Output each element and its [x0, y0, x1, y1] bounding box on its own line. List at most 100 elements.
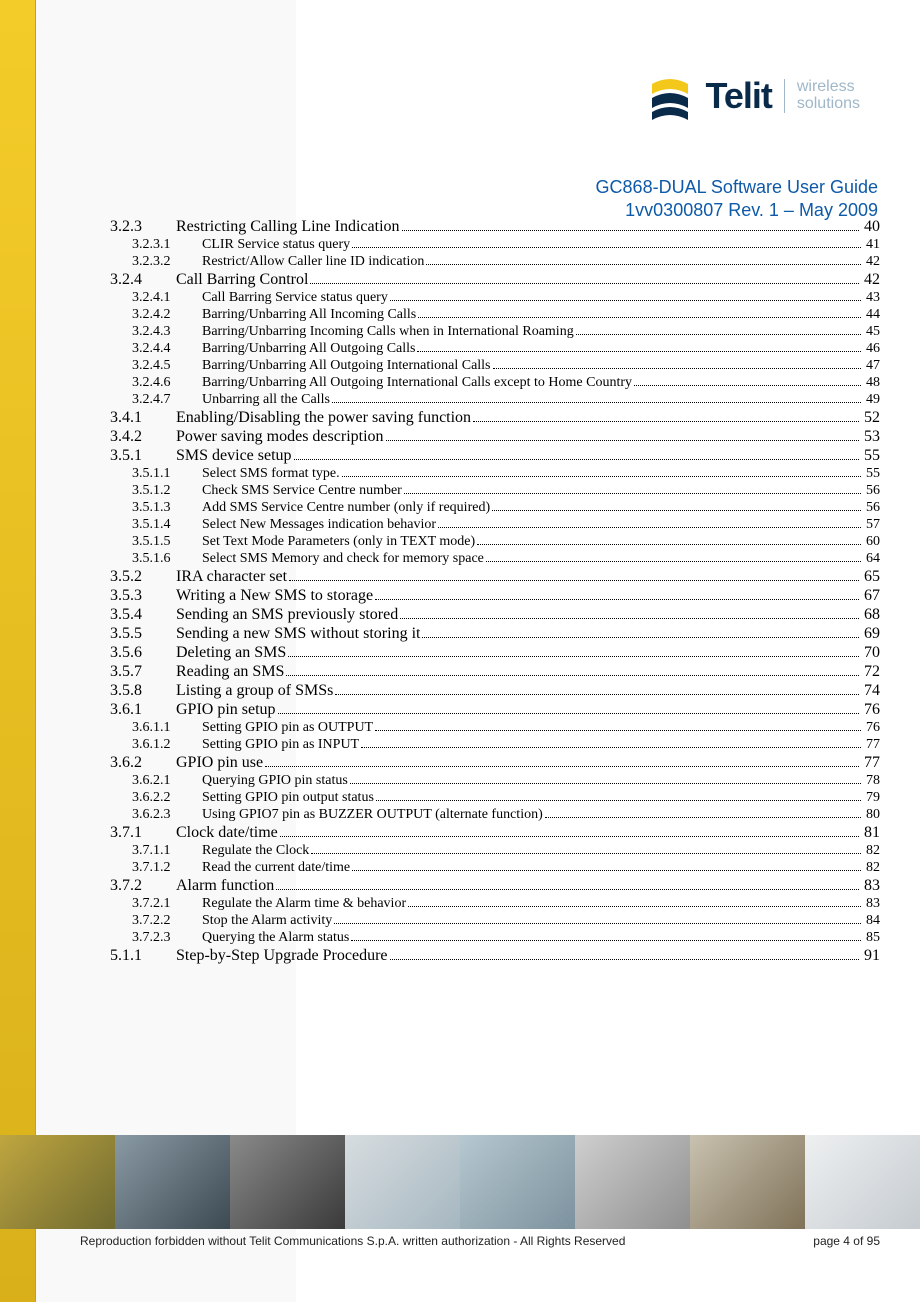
toc-entry[interactable]: 3.5.5Sending a new SMS without storing i…: [110, 625, 880, 643]
toc-number: 3.5.1.3: [132, 500, 202, 516]
toc-number: 3.7.2: [110, 877, 176, 895]
toc-entry[interactable]: 3.2.3Restricting Calling Line Indication…: [110, 218, 880, 236]
toc-number: 3.2.4.1: [132, 290, 202, 306]
toc-leader: [422, 637, 859, 638]
toc-page: 56: [864, 500, 880, 516]
toc-page: 52: [862, 409, 880, 427]
toc-number: 3.2.4.2: [132, 307, 202, 323]
toc-entry[interactable]: 3.5.1.3Add SMS Service Centre number (on…: [110, 500, 880, 516]
toc-entry[interactable]: 3.2.4.7Unbarring all the Calls 49: [110, 392, 880, 408]
toc-leader: [351, 940, 861, 941]
toc-entry[interactable]: 3.4.1Enabling/Disabling the power saving…: [110, 409, 880, 427]
toc-entry[interactable]: 3.5.1.1Select SMS format type. 55: [110, 466, 880, 482]
toc-page: 53: [862, 428, 880, 446]
toc-entry[interactable]: 3.7.2.3Querying the Alarm status 85: [110, 930, 880, 946]
toc-entry[interactable]: 3.4.2Power saving modes description 53: [110, 428, 880, 446]
toc-page: 40: [862, 218, 880, 236]
toc-page: 41: [864, 237, 880, 253]
toc-entry[interactable]: 3.5.4Sending an SMS previously stored 68: [110, 606, 880, 624]
toc-leader: [473, 421, 859, 422]
toc-entry[interactable]: 3.5.1SMS device setup 55: [110, 447, 880, 465]
toc-leader: [350, 783, 861, 784]
toc-number: 3.6.2.1: [132, 773, 202, 789]
toc-entry[interactable]: 3.2.4.1Call Barring Service status query…: [110, 290, 880, 306]
toc-leader: [402, 230, 859, 231]
toc-entry[interactable]: 3.7.1Clock date/time 81: [110, 824, 880, 842]
toc-entry[interactable]: 3.7.1.1Regulate the Clock 82: [110, 843, 880, 859]
toc-entry[interactable]: 3.5.7Reading an SMS 72: [110, 663, 880, 681]
toc-entry[interactable]: 3.5.6Deleting an SMS 70: [110, 644, 880, 662]
brand-tagline-1: wireless: [797, 79, 860, 96]
toc-entry[interactable]: 3.2.4.6Barring/Unbarring All Outgoing In…: [110, 375, 880, 391]
toc-page: 60: [864, 534, 880, 550]
toc-entry[interactable]: 3.6.2.1Querying GPIO pin status 78: [110, 773, 880, 789]
toc-leader: [278, 713, 859, 714]
toc-entry[interactable]: 3.2.4Call Barring Control 42: [110, 271, 880, 289]
toc-entry[interactable]: 3.2.4.4Barring/Unbarring All Outgoing Ca…: [110, 341, 880, 357]
toc-title: Regulate the Clock: [202, 843, 309, 859]
toc-entry[interactable]: 3.5.3Writing a New SMS to storage 67: [110, 587, 880, 605]
toc-page: 82: [864, 860, 880, 876]
toc-entry[interactable]: 3.5.1.2Check SMS Service Centre number 5…: [110, 483, 880, 499]
toc-entry[interactable]: 3.6.1.1Setting GPIO pin as OUTPUT 76: [110, 720, 880, 736]
toc-entry[interactable]: 3.5.1.5Set Text Mode Parameters (only in…: [110, 534, 880, 550]
toc-number: 3.2.3.1: [132, 237, 202, 253]
toc-leader: [375, 599, 859, 600]
toc-entry[interactable]: 3.5.8Listing a group of SMSs 74: [110, 682, 880, 700]
toc-number: 3.2.4.6: [132, 375, 202, 391]
toc-page: 80: [864, 807, 880, 823]
toc-page: 47: [864, 358, 880, 374]
toc-leader: [390, 959, 860, 960]
toc-entry[interactable]: 3.6.1.2Setting GPIO pin as INPUT 77: [110, 737, 880, 753]
toc-entry[interactable]: 3.6.2.3Using GPIO7 pin as BUZZER OUTPUT …: [110, 807, 880, 823]
toc-page: 74: [862, 682, 880, 700]
brand-tagline-2: solutions: [797, 96, 860, 113]
toc-entry[interactable]: 3.7.2.1Regulate the Alarm time & behavio…: [110, 896, 880, 912]
toc-number: 3.5.4: [110, 606, 176, 624]
toc-title: Add SMS Service Centre number (only if r…: [202, 500, 490, 516]
toc-leader: [492, 510, 861, 511]
toc-leader: [426, 264, 861, 265]
toc-title: Barring/Unbarring All Outgoing Calls: [202, 341, 415, 357]
toc-entry[interactable]: 3.2.4.3Barring/Unbarring Incoming Calls …: [110, 324, 880, 340]
toc-entry[interactable]: 3.5.1.6Select SMS Memory and check for m…: [110, 551, 880, 567]
toc-number: 3.6.2.3: [132, 807, 202, 823]
toc-entry[interactable]: 5.1.1Step-by-Step Upgrade Procedure 91: [110, 947, 880, 965]
toc-entry[interactable]: 3.2.3.1CLIR Service status query 41: [110, 237, 880, 253]
toc-page: 79: [864, 790, 880, 806]
toc-number: 3.6.2: [110, 754, 176, 772]
toc-leader: [375, 730, 861, 731]
footer-image-band: [0, 1135, 920, 1229]
toc-leader: [265, 766, 859, 767]
toc-number: 3.4.2: [110, 428, 176, 446]
toc-number: 3.5.1.2: [132, 483, 202, 499]
toc-number: 3.2.3: [110, 218, 176, 236]
toc-number: 3.7.2.2: [132, 913, 202, 929]
toc-entry[interactable]: 3.6.2GPIO pin use 77: [110, 754, 880, 772]
toc-entry[interactable]: 3.2.4.5Barring/Unbarring All Outgoing In…: [110, 358, 880, 374]
toc-entry[interactable]: 3.7.2.2Stop the Alarm activity 84: [110, 913, 880, 929]
toc-entry[interactable]: 3.7.2Alarm function 83: [110, 877, 880, 895]
toc-number: 3.6.2.2: [132, 790, 202, 806]
toc-number: 3.7.1: [110, 824, 176, 842]
toc-entry[interactable]: 3.5.2IRA character set 65: [110, 568, 880, 586]
toc-number: 3.6.1.2: [132, 737, 202, 753]
brand-name: Telit: [706, 75, 772, 117]
toc-entry[interactable]: 3.2.3.2Restrict/Allow Caller line ID ind…: [110, 254, 880, 270]
toc-leader: [404, 493, 861, 494]
toc-page: 76: [864, 720, 880, 736]
toc-page: 82: [864, 843, 880, 859]
brand-logo: Telit wireless solutions: [646, 70, 861, 122]
toc-title: Clock date/time: [176, 824, 278, 842]
toc-entry[interactable]: 3.5.1.4Select New Messages indication be…: [110, 517, 880, 533]
toc-entry[interactable]: 3.6.1GPIO pin setup 76: [110, 701, 880, 719]
toc-entry[interactable]: 3.7.1.2Read the current date/time 82: [110, 860, 880, 876]
toc-title: Sending an SMS previously stored: [176, 606, 398, 624]
toc-leader: [335, 694, 859, 695]
toc-title: Barring/Unbarring All Incoming Calls: [202, 307, 416, 323]
toc-entry[interactable]: 3.2.4.2Barring/Unbarring All Incoming Ca…: [110, 307, 880, 323]
toc-number: 3.7.1.2: [132, 860, 202, 876]
toc-entry[interactable]: 3.6.2.2Setting GPIO pin output status 79: [110, 790, 880, 806]
toc-number: 3.5.3: [110, 587, 176, 605]
toc-page: 85: [864, 930, 880, 946]
